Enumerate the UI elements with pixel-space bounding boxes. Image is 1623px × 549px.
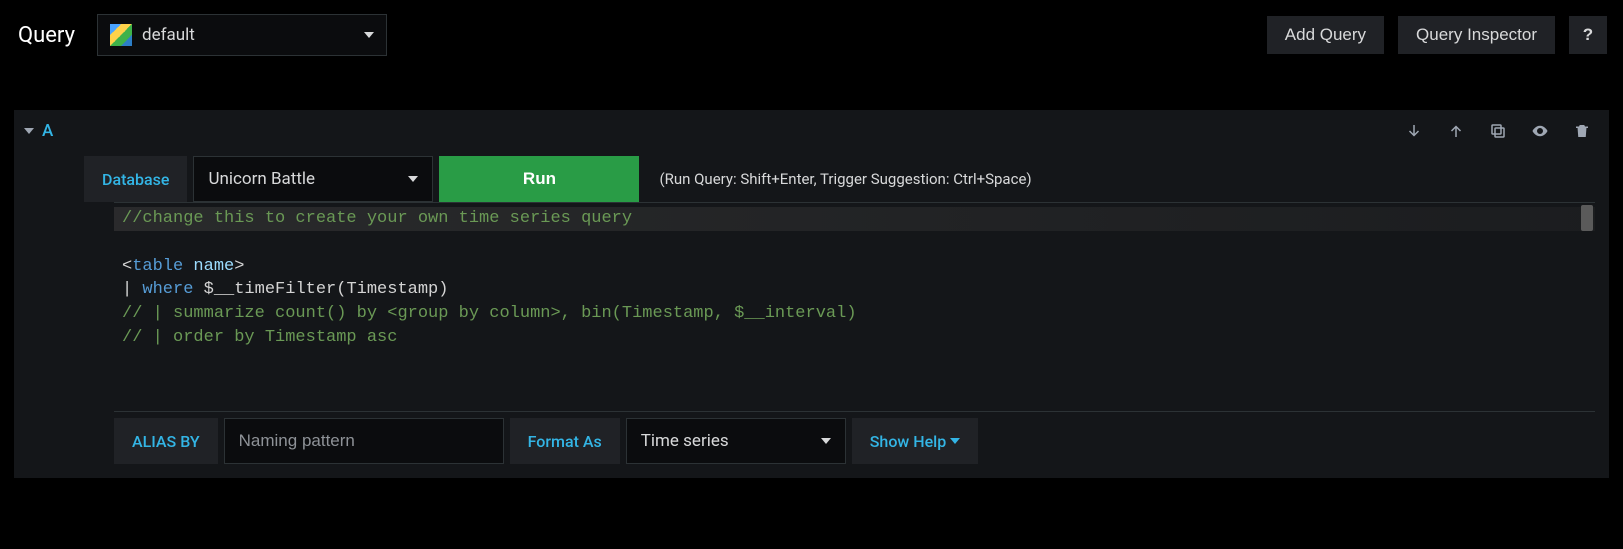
database-label: Database	[84, 156, 187, 202]
chevron-down-icon	[821, 438, 831, 444]
database-select[interactable]: Unicorn Battle	[193, 156, 433, 202]
query-editor[interactable]: //change this to create your own time se…	[114, 202, 1595, 412]
format-as-value: Time series	[641, 431, 803, 451]
run-hint: (Run Query: Shift+Enter, Trigger Suggest…	[645, 156, 1595, 202]
add-query-button[interactable]: Add Query	[1267, 16, 1384, 54]
collapse-chevron-icon	[24, 128, 34, 134]
database-value: Unicorn Battle	[208, 169, 390, 189]
help-button[interactable]: ?	[1569, 16, 1607, 54]
delete-icon[interactable]	[1573, 122, 1591, 140]
toggle-visibility-icon[interactable]	[1531, 122, 1549, 140]
format-as-label: Format As	[510, 418, 620, 464]
query-inspector-button[interactable]: Query Inspector	[1398, 16, 1555, 54]
chevron-down-icon	[950, 438, 960, 444]
query-row-actions	[1405, 122, 1597, 140]
chevron-down-icon	[408, 176, 418, 182]
datasource-picker[interactable]: default	[97, 14, 387, 56]
alias-by-input[interactable]	[224, 418, 504, 464]
datasource-name: default	[142, 25, 354, 45]
alias-by-label: ALIAS BY	[114, 418, 218, 464]
show-help-toggle[interactable]: Show Help	[852, 418, 979, 464]
editor-scrollbar[interactable]	[1581, 205, 1593, 231]
move-up-icon[interactable]	[1447, 122, 1465, 140]
query-toolbar: Database Unicorn Battle Run (Run Query: …	[84, 156, 1595, 202]
query-row-header[interactable]: A	[14, 110, 1609, 152]
move-down-icon[interactable]	[1405, 122, 1423, 140]
query-bottom-bar: ALIAS BY Format As Time series Show Help	[114, 418, 1595, 464]
format-as-select[interactable]: Time series	[626, 418, 846, 464]
run-button[interactable]: Run	[439, 156, 639, 202]
query-header: Query default Add Query Query Inspector …	[0, 0, 1623, 70]
chevron-down-icon	[364, 32, 374, 38]
query-row-letter: A	[42, 121, 53, 141]
duplicate-icon[interactable]	[1489, 122, 1507, 140]
query-body: Database Unicorn Battle Run (Run Query: …	[14, 152, 1609, 478]
datasource-logo-icon	[110, 24, 132, 46]
page-title: Query	[18, 23, 75, 48]
query-row-a: A Database Unicorn Battle Run (Run Query…	[14, 110, 1609, 478]
